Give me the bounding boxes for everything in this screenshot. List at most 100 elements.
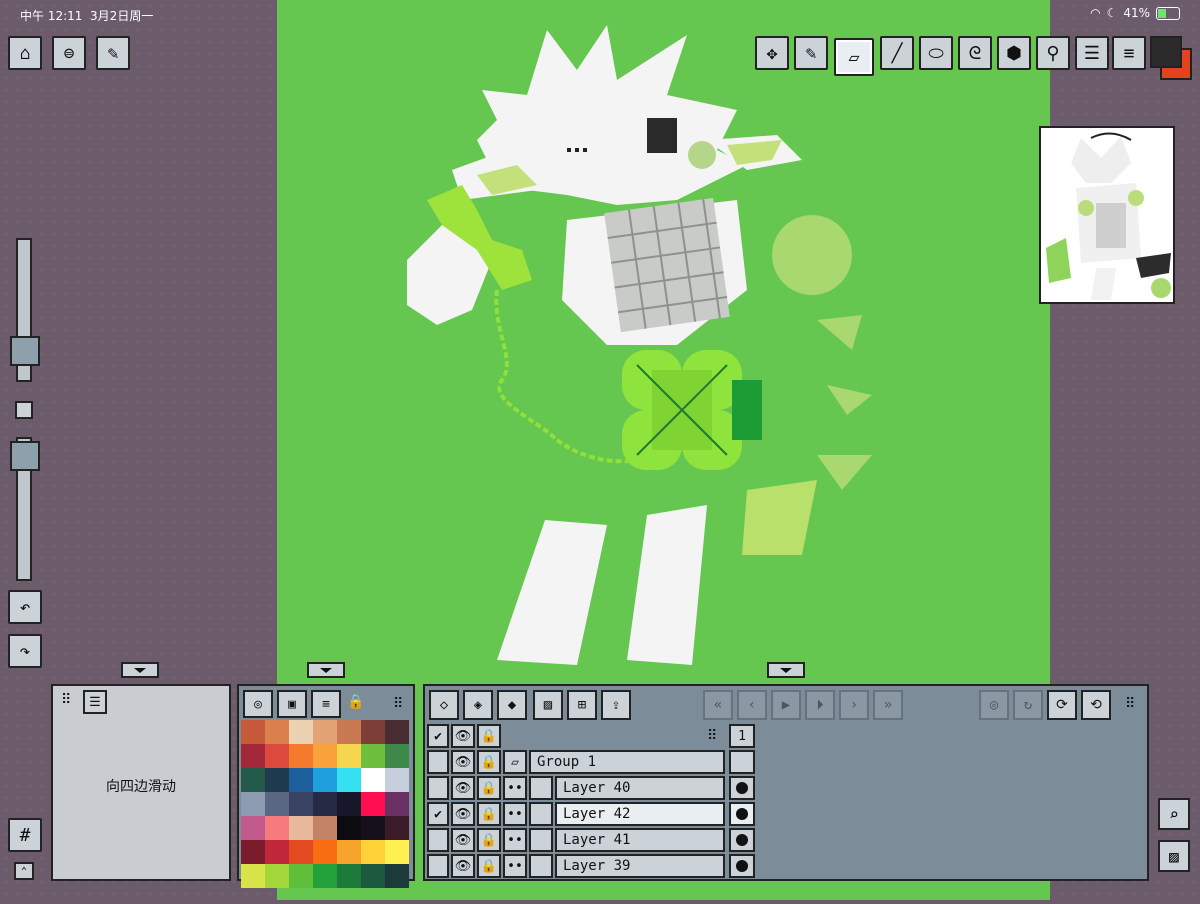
color-swatch[interactable]: [313, 720, 337, 744]
loop-button[interactable]: ↻: [1013, 690, 1043, 720]
color-swatch[interactable]: [265, 768, 289, 792]
first-frame-button[interactable]: «: [703, 690, 733, 720]
color-swatch[interactable]: [361, 720, 385, 744]
layer-row[interactable]: 👁 🔒 ▱ Group 1: [427, 750, 755, 774]
rotate-button[interactable]: ⟳: [1047, 690, 1077, 720]
color-swatch[interactable]: [337, 792, 361, 816]
add-image-button[interactable]: ▨: [533, 690, 563, 720]
color-swatch[interactable]: [241, 744, 265, 768]
header-check[interactable]: ✔: [427, 724, 449, 748]
settings-button[interactable]: ✎: [96, 36, 130, 70]
color-swatch[interactable]: [289, 816, 313, 840]
home-button[interactable]: ⌂: [8, 36, 42, 70]
blend-mode-icon[interactable]: ••: [503, 802, 527, 826]
color-swatch[interactable]: [385, 768, 409, 792]
palette-panel-toggle[interactable]: [307, 662, 345, 678]
folder-icon[interactable]: ▱: [503, 750, 527, 774]
undo-button[interactable]: ↶: [8, 590, 42, 624]
color-swatch[interactable]: [313, 744, 337, 768]
color-swatch[interactable]: [241, 840, 265, 864]
swirl-button[interactable]: ⊜: [52, 36, 86, 70]
color-swatch[interactable]: [313, 792, 337, 816]
export-layer-button[interactable]: ⇪: [601, 690, 631, 720]
info-panel-toggle[interactable]: [121, 662, 159, 678]
eye-icon[interactable]: 👁: [451, 776, 475, 800]
last-frame-button[interactable]: »: [873, 690, 903, 720]
lock-icon[interactable]: 🔒: [477, 854, 501, 878]
pencil-tool[interactable]: ✎: [794, 36, 828, 70]
brush-size-thumb[interactable]: [10, 336, 40, 366]
layer-row[interactable]: 👁 🔒 •• Layer 40: [427, 776, 755, 800]
palette-panel[interactable]: ◎ ▣ ≡ 🔒 ⠿: [237, 684, 415, 888]
color-swatch[interactable]: [289, 792, 313, 816]
palette-button[interactable]: ◎: [243, 690, 273, 718]
color-swatch[interactable]: [241, 720, 265, 744]
color-swatch[interactable]: [289, 744, 313, 768]
color-swatch[interactable]: [385, 864, 409, 888]
save-palette-button[interactable]: ▣: [277, 690, 307, 718]
color-swatch[interactable]: [385, 840, 409, 864]
grip-icon[interactable]: ⠿: [393, 696, 403, 712]
color-swatch[interactable]: [385, 792, 409, 816]
color-swatch[interactable]: [265, 816, 289, 840]
canvas-thumbnail[interactable]: [1039, 126, 1175, 304]
eyedropper-tool[interactable]: ⚲: [1036, 36, 1070, 70]
color-swatch[interactable]: [337, 744, 361, 768]
layer-grid-button[interactable]: ⊞: [567, 690, 597, 720]
layer-row[interactable]: 👁 🔒 •• Layer 41: [427, 828, 755, 852]
gallery-button[interactable]: ▨: [1158, 840, 1190, 872]
layer-visible-check[interactable]: [427, 854, 449, 878]
color-swatch[interactable]: [361, 864, 385, 888]
layer-dot-toggle[interactable]: [729, 828, 755, 852]
prev-frame-button[interactable]: ‹: [737, 690, 767, 720]
color-swatch[interactable]: [265, 840, 289, 864]
layer-dot-toggle[interactable]: [729, 776, 755, 800]
blend-mode-icon[interactable]: ••: [503, 854, 527, 878]
layers-panel-toggle[interactable]: [767, 662, 805, 678]
info-menu-button[interactable]: ☰: [83, 690, 107, 714]
layer-row[interactable]: ✔ 👁 🔒 •• Layer 42: [427, 802, 755, 826]
new-layer-button[interactable]: ◇: [429, 690, 459, 720]
color-swatch[interactable]: [385, 744, 409, 768]
color-swatch[interactable]: [265, 792, 289, 816]
layer-name[interactable]: Layer 42: [555, 802, 725, 826]
layer-name[interactable]: Layer 40: [555, 776, 725, 800]
opacity-slider[interactable]: [10, 437, 40, 581]
grip-icon[interactable]: ⠿: [61, 692, 71, 708]
color-swatch[interactable]: [265, 864, 289, 888]
eye-icon[interactable]: 👁: [451, 828, 475, 852]
layer-name[interactable]: Layer 39: [555, 854, 725, 878]
layer-dot-toggle[interactable]: [729, 854, 755, 878]
expand-button[interactable]: ⌃: [14, 862, 34, 880]
lock-icon[interactable]: 🔒: [477, 750, 501, 774]
color-swatch[interactable]: [313, 840, 337, 864]
layer-name[interactable]: Layer 41: [555, 828, 725, 852]
layer-dot-toggle[interactable]: [729, 802, 755, 826]
layer-visible-check[interactable]: [427, 776, 449, 800]
color-swatch[interactable]: [337, 720, 361, 744]
color-swatch[interactable]: [313, 816, 337, 840]
lasso-tool[interactable]: ᘓ: [958, 36, 992, 70]
color-swatch[interactable]: [265, 720, 289, 744]
opacity-thumb[interactable]: [10, 441, 40, 471]
color-swatch[interactable]: [385, 720, 409, 744]
duplicate-layer-button[interactable]: ◈: [463, 690, 493, 720]
fill-tool[interactable]: ⬢: [997, 36, 1031, 70]
color-swatch[interactable]: [265, 744, 289, 768]
lock-icon[interactable]: 🔒: [477, 828, 501, 852]
color-swatch[interactable]: [241, 816, 265, 840]
menu-button[interactable]: ≡: [1112, 36, 1146, 70]
color-swatch[interactable]: [313, 864, 337, 888]
grid-button[interactable]: #: [8, 818, 42, 852]
brush-size-slider[interactable]: [10, 238, 40, 382]
color-swatch[interactable]: [313, 768, 337, 792]
blend-mode-icon[interactable]: ••: [503, 828, 527, 852]
sync-button[interactable]: ⟲: [1081, 690, 1111, 720]
group-preview[interactable]: [729, 750, 755, 774]
lock-icon[interactable]: 🔒: [347, 694, 364, 710]
lock-icon[interactable]: 🔒: [477, 802, 501, 826]
color-swatch[interactable]: [361, 744, 385, 768]
play-settings-button[interactable]: ⏵: [805, 690, 835, 720]
color-swatch[interactable]: [337, 768, 361, 792]
line-tool[interactable]: ╱: [880, 36, 914, 70]
